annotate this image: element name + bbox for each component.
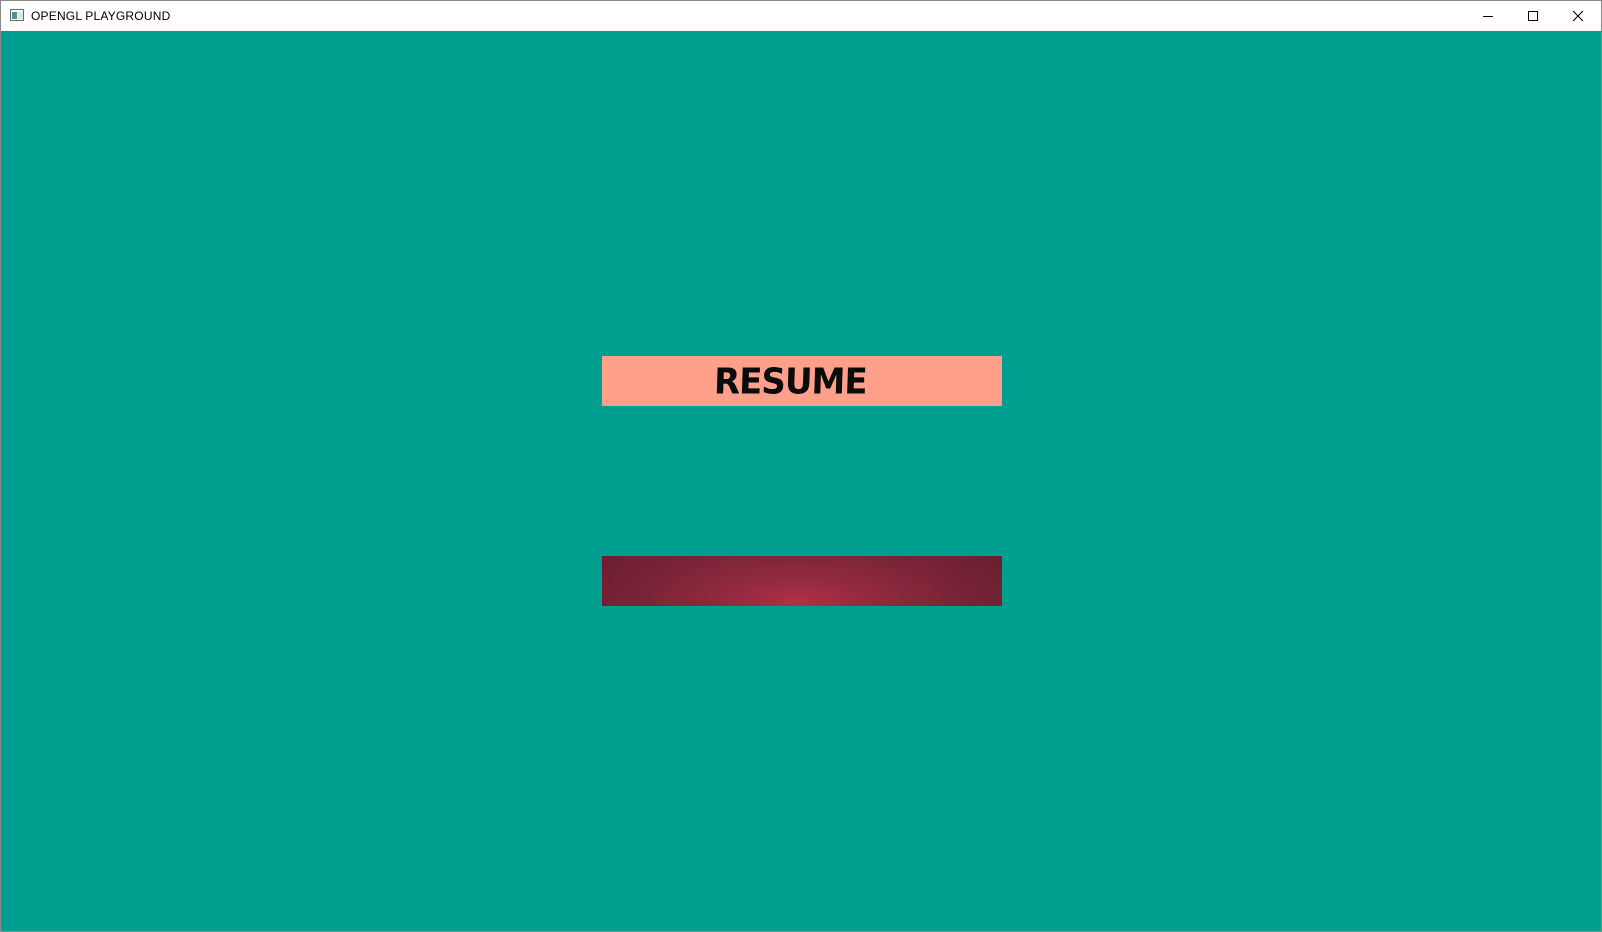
opengl-viewport[interactable]: RESUME xyxy=(1,31,1601,931)
minimize-icon xyxy=(1482,15,1493,17)
minimize-button[interactable] xyxy=(1465,1,1510,31)
maximize-button[interactable] xyxy=(1510,1,1555,31)
title-bar[interactable]: OPENGL PLAYGROUND xyxy=(1,1,1601,31)
window-title: OPENGL PLAYGROUND xyxy=(31,9,171,23)
maximize-icon xyxy=(1527,11,1538,21)
menu-button-2[interactable] xyxy=(602,556,1002,606)
resume-button-label: RESUME xyxy=(713,361,867,403)
close-button[interactable] xyxy=(1555,1,1601,31)
app-window: OPENGL PLAYGROUND RESUME xyxy=(0,0,1602,932)
close-icon xyxy=(1572,10,1584,22)
resume-button[interactable]: RESUME xyxy=(602,356,1002,406)
app-window-icon xyxy=(10,9,24,21)
